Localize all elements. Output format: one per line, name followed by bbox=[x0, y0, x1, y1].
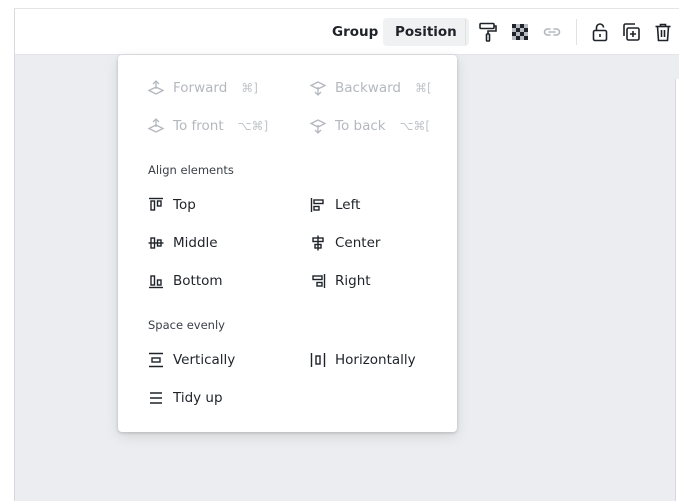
distribute-vertical-icon bbox=[146, 350, 166, 370]
backward-label: Backward bbox=[335, 80, 401, 96]
unlock-icon[interactable] bbox=[589, 21, 611, 43]
forward-item[interactable]: Forward ⌘] bbox=[146, 74, 258, 102]
align-bottom-icon bbox=[146, 271, 166, 291]
space-vertically-item[interactable]: Vertically bbox=[146, 346, 235, 374]
align-bottom-label: Bottom bbox=[173, 273, 223, 289]
space-horizontally-item[interactable]: Horizontally bbox=[308, 346, 416, 374]
to-back-label: To back bbox=[335, 118, 386, 134]
backward-shortcut: ⌘[ bbox=[414, 81, 432, 95]
backward-item[interactable]: Backward ⌘[ bbox=[308, 74, 432, 102]
forward-label: Forward bbox=[173, 80, 228, 96]
align-center-item[interactable]: Center bbox=[308, 229, 380, 257]
align-top-icon bbox=[146, 195, 166, 215]
align-elements-title: Align elements bbox=[148, 163, 234, 177]
align-middle-item[interactable]: Middle bbox=[146, 229, 218, 257]
align-right-item[interactable]: Right bbox=[308, 267, 371, 295]
align-middle-label: Middle bbox=[173, 235, 218, 251]
to-back-item[interactable]: To back ⌥⌘[ bbox=[308, 112, 430, 140]
bring-forward-icon bbox=[146, 78, 166, 98]
align-left-label: Left bbox=[335, 197, 361, 213]
tidy-up-item[interactable]: Tidy up bbox=[146, 384, 223, 412]
align-top-label: Top bbox=[173, 197, 196, 213]
forward-shortcut: ⌘] bbox=[241, 81, 258, 95]
align-center-icon bbox=[308, 233, 328, 253]
group-button[interactable]: Group bbox=[320, 18, 390, 46]
to-front-label: To front bbox=[173, 118, 224, 134]
position-button[interactable]: Position bbox=[383, 18, 469, 46]
to-front-item[interactable]: To front ⌥⌘] bbox=[146, 112, 268, 140]
bring-to-front-icon bbox=[146, 116, 166, 136]
send-backward-icon bbox=[308, 78, 328, 98]
align-center-label: Center bbox=[335, 235, 381, 251]
tidy-up-icon bbox=[146, 388, 166, 408]
space-vertically-label: Vertically bbox=[173, 352, 236, 368]
align-right-label: Right bbox=[335, 273, 371, 289]
align-left-icon bbox=[308, 195, 328, 215]
transparency-icon[interactable] bbox=[509, 21, 531, 43]
align-middle-icon bbox=[146, 233, 166, 253]
link-icon[interactable] bbox=[541, 21, 563, 43]
toolbar: Group Position bbox=[15, 9, 679, 55]
to-front-shortcut: ⌥⌘] bbox=[237, 119, 269, 133]
paint-roller-icon[interactable] bbox=[477, 21, 499, 43]
position-menu: Forward ⌘] Backward ⌘[ To front ⌥⌘] To b… bbox=[118, 55, 457, 432]
side-panel-edge bbox=[675, 79, 679, 501]
align-right-icon bbox=[308, 271, 328, 291]
align-left-item[interactable]: Left bbox=[308, 191, 360, 219]
tidy-up-label: Tidy up bbox=[173, 390, 223, 406]
duplicate-icon[interactable] bbox=[620, 21, 642, 43]
toolbar-divider bbox=[465, 19, 466, 45]
send-to-back-icon bbox=[308, 116, 328, 136]
space-horizontally-label: Horizontally bbox=[335, 352, 416, 368]
align-top-item[interactable]: Top bbox=[146, 191, 196, 219]
align-bottom-item[interactable]: Bottom bbox=[146, 267, 223, 295]
toolbar-divider bbox=[576, 19, 577, 45]
to-back-shortcut: ⌥⌘[ bbox=[399, 119, 431, 133]
space-evenly-title: Space evenly bbox=[148, 318, 225, 332]
trash-icon[interactable] bbox=[652, 21, 674, 43]
distribute-horizontal-icon bbox=[308, 350, 328, 370]
